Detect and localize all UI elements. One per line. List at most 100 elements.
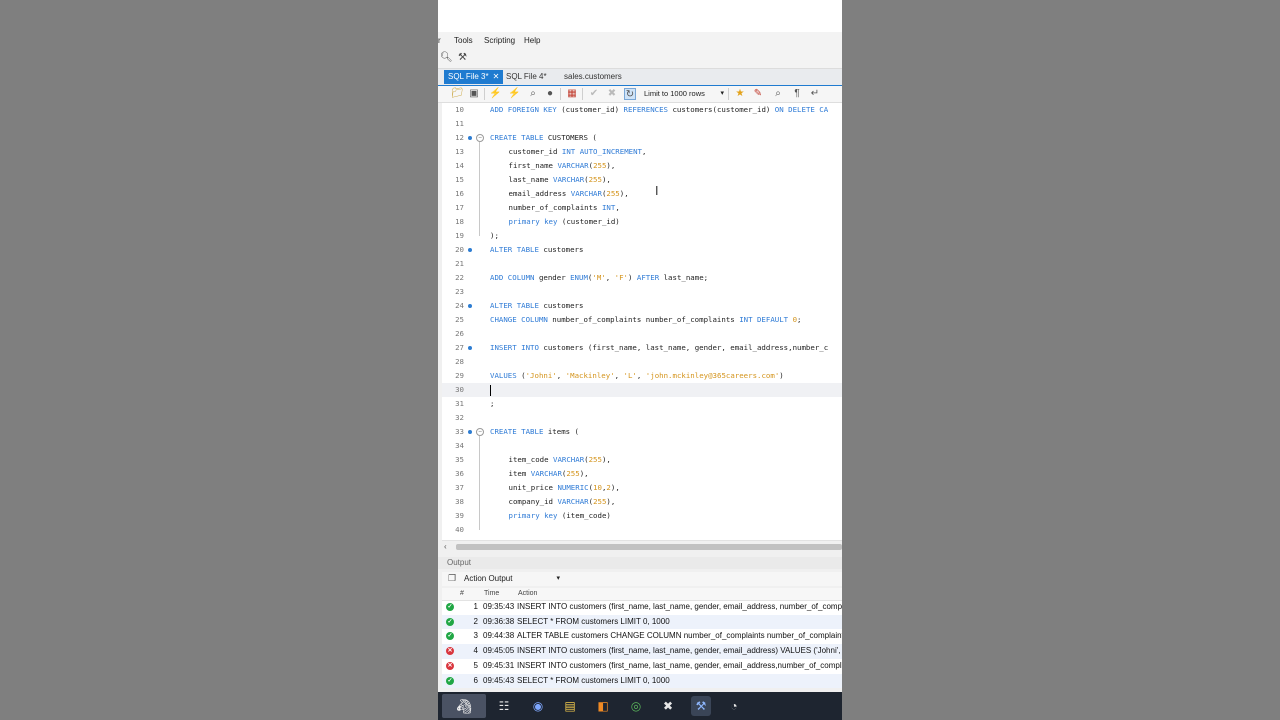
code-line[interactable]: 40 — [442, 523, 842, 537]
statement-marker-icon — [468, 136, 472, 140]
code-token: 'F' — [614, 273, 628, 282]
success-icon: ✓ — [446, 603, 454, 611]
explain-icon[interactable]: ⌕ — [527, 88, 539, 100]
beautify-icon[interactable]: ★ — [734, 88, 746, 100]
code-line[interactable]: 24 ALTER TABLE customers — [442, 299, 842, 313]
table-row[interactable]: ✓ 2 09:36:38 SELECT * FROM customers LIMIT … — [442, 614, 842, 630]
sql-editor[interactable]: 10 ADD FOREIGN KEY (customer_id) REFERENC… — [442, 103, 842, 540]
find-icon[interactable]: ⌕ — [772, 88, 784, 100]
statement-marker-icon — [468, 346, 472, 350]
code-text: ADD FOREIGN KEY (customer_id) REFERENCES… — [490, 103, 828, 117]
toggle-results-icon[interactable]: ▦ — [566, 88, 578, 100]
code-token: INT — [601, 203, 616, 212]
invisible-chars-icon[interactable]: ¶ — [791, 88, 803, 100]
fold-toggle-icon[interactable]: − — [476, 134, 484, 142]
table-row[interactable]: ✓ 1 09:35:43 INSERT INTO customers (first_n… — [442, 600, 842, 615]
code-line[interactable]: 17 number_of_complaints INT, — [442, 201, 842, 215]
statement-marker-icon — [468, 430, 472, 434]
code-line[interactable]: 14 first_name VARCHAR(255), — [442, 159, 842, 173]
capcut-icon[interactable]: ✖ — [658, 696, 678, 716]
code-line[interactable]: 26 — [442, 327, 842, 341]
table-row[interactable]: ✕ 5 09:45:31 INSERT INTO customers (first_n… — [442, 659, 842, 674]
code-line[interactable]: 38 company_id VARCHAR(255), — [442, 495, 842, 509]
line-number: 21 — [455, 259, 464, 268]
code-line[interactable]: 21 — [442, 257, 842, 271]
fold-toggle-icon[interactable]: − — [476, 428, 484, 436]
code-line[interactable]: 18 primary key (customer_id) — [442, 215, 842, 229]
obs-icon[interactable]: ◔ — [724, 696, 744, 716]
code-line[interactable]: 20 ALTER TABLE customers — [442, 243, 842, 257]
table-row[interactable]: ✓ 6 09:45:43 SELECT * FROM customers LIMIT … — [442, 673, 842, 688]
table-row[interactable]: ✓ 3 09:44:38 ALTER TABLE customers CHANGE C… — [442, 629, 842, 644]
menu-help[interactable]: Help — [524, 36, 540, 45]
copy-icon[interactable]: ❐ — [448, 573, 456, 584]
execute-icon[interactable]: ⚡ — [489, 88, 501, 100]
code-line[interactable]: 13 customer_id INT AUTO_INCREMENT, — [442, 145, 842, 159]
column-header-time[interactable]: Time — [484, 588, 499, 600]
reconnect-icon[interactable]: ⚒ — [458, 52, 467, 64]
rollback-icon[interactable]: ✖ — [606, 88, 618, 100]
code-line[interactable]: 29 VALUES ('Johni', 'Mackinley', 'L', 'jo… — [442, 369, 842, 383]
code-token: VARCHAR — [530, 469, 562, 478]
code-token: customer_id — [508, 147, 562, 156]
code-line[interactable]: 22 ADD COLUMN gender ENUM('M', 'F') AFTER… — [442, 271, 842, 285]
menu-scripting[interactable]: Scripting — [484, 36, 515, 45]
code-token: primary key — [508, 217, 562, 226]
code-line[interactable]: 34 — [442, 439, 842, 453]
copilot-icon[interactable]: ◉ — [528, 696, 548, 716]
code-line[interactable]: 16 email_address VARCHAR(255), — [442, 187, 842, 201]
menu-item-partial[interactable]: r — [438, 36, 441, 45]
file-explorer-icon[interactable]: ▤ — [560, 696, 580, 716]
tab-sales-customers[interactable]: sales.customers — [560, 70, 626, 84]
code-line[interactable]: 33 − CREATE TABLE items ( — [442, 425, 842, 439]
output-panel-header: Output — [438, 557, 842, 569]
code-line[interactable]: 31; — [442, 397, 842, 411]
open-folder-icon[interactable]: 📁︎ — [451, 88, 464, 100]
line-number: 11 — [455, 119, 464, 128]
scrollbar-thumb[interactable] — [456, 544, 842, 550]
mysql-workbench-icon[interactable]: ⚒ — [691, 696, 711, 716]
code-line[interactable]: 39 primary key (item_code) — [442, 509, 842, 523]
code-line[interactable]: 19); — [442, 229, 842, 243]
stop-icon[interactable]: ● — [544, 88, 556, 100]
scroll-left-icon[interactable]: ‹ — [444, 541, 447, 553]
close-icon[interactable]: ✕ — [493, 72, 500, 81]
tab-sql-file-4[interactable]: SQL File 4* — [502, 70, 551, 84]
code-line[interactable]: 11 — [442, 117, 842, 131]
code-line[interactable]: 12 − CREATE TABLE CUSTOMERS ( — [442, 131, 842, 145]
auto-commit-icon[interactable]: ↻ — [624, 88, 636, 100]
code-line[interactable]: 10 ADD FOREIGN KEY (customer_id) REFERENC… — [442, 103, 842, 117]
line-number: 28 — [455, 357, 464, 366]
wrap-icon[interactable]: ↵ — [809, 88, 821, 100]
magnifier-icon[interactable]: 🔍︎ — [440, 52, 453, 64]
code-line[interactable]: 27 INSERT INTO customers (first_name, las… — [442, 341, 842, 355]
code-token: CUSTOMERS ( — [547, 133, 597, 142]
code-line[interactable]: 30 — [442, 383, 842, 397]
code-line[interactable]: 36 item VARCHAR(255), — [442, 467, 842, 481]
execute-selection-icon[interactable]: ⚡ — [508, 88, 520, 100]
limit-rows-select[interactable]: Limit to 1000 rows ▾ — [644, 87, 726, 101]
save-icon[interactable]: ▣ — [468, 88, 480, 100]
table-row[interactable]: ✕ 4 09:45:05 INSERT INTO customers (first_n… — [442, 644, 842, 659]
code-line[interactable]: 23 — [442, 285, 842, 299]
code-line[interactable]: 25 CHANGE COLUMN number_of_complaints num… — [442, 313, 842, 327]
cell-time: 09:45:05 — [483, 646, 515, 656]
chrome-icon[interactable]: ◎ — [626, 696, 646, 716]
horizontal-scrollbar[interactable]: ‹ — [442, 540, 842, 553]
menu-tools[interactable]: Tools — [454, 36, 473, 45]
app-orange-icon[interactable]: ◧ — [593, 696, 613, 716]
code-line[interactable]: 15 last_name VARCHAR(255), — [442, 173, 842, 187]
code-token: INT AUTO_INCREMENT — [561, 147, 642, 156]
line-number: 38 — [455, 497, 464, 506]
code-line[interactable]: 35 item_code VARCHAR(255), — [442, 453, 842, 467]
code-line[interactable]: 37 unit_price NUMERIC(10,2), — [442, 481, 842, 495]
column-header-num[interactable]: # — [460, 588, 464, 600]
tab-sql-file-3[interactable]: SQL File 3* ✕ — [444, 70, 504, 84]
action-output-select[interactable]: Action Output ▾ — [464, 573, 560, 585]
commit-icon[interactable]: ✔ — [588, 88, 600, 100]
code-line[interactable]: 28 — [442, 355, 842, 369]
column-header-action[interactable]: Action — [518, 588, 537, 600]
code-line[interactable]: 32 — [442, 411, 842, 425]
comment-icon[interactable]: ✎ — [752, 88, 764, 100]
task-view-icon[interactable]: ☷ — [494, 696, 514, 716]
